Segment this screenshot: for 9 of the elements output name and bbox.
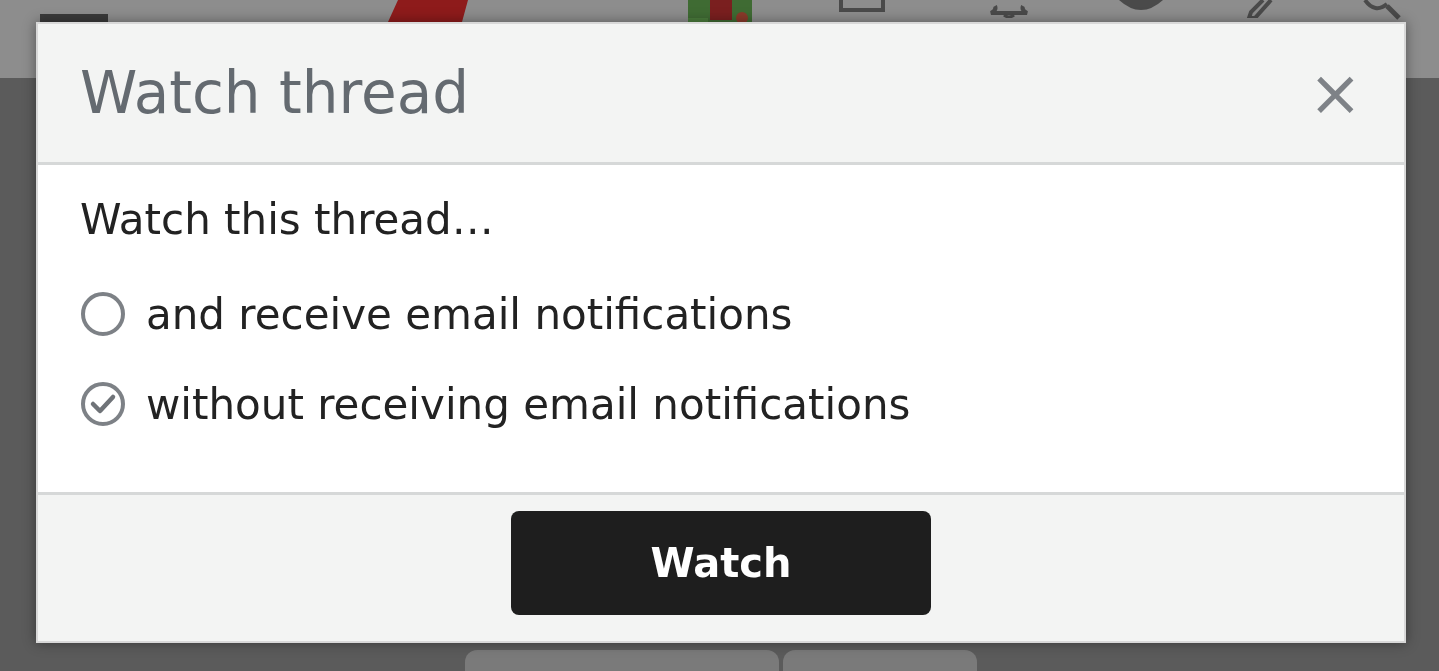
close-button[interactable]: ×	[1308, 61, 1362, 125]
radio-icon[interactable]	[80, 291, 126, 338]
prompt-text: Watch this thread…	[80, 195, 495, 246]
dialog-title: Watch thread	[80, 59, 470, 127]
option-label[interactable]: and receive email notifications	[146, 289, 793, 339]
watch-button[interactable]: Watch	[511, 511, 931, 615]
checked-radio-icon[interactable]	[80, 381, 126, 428]
contrast-icon[interactable]	[1119, 0, 1163, 12]
option-label[interactable]: without receiving email notifications	[146, 379, 911, 429]
